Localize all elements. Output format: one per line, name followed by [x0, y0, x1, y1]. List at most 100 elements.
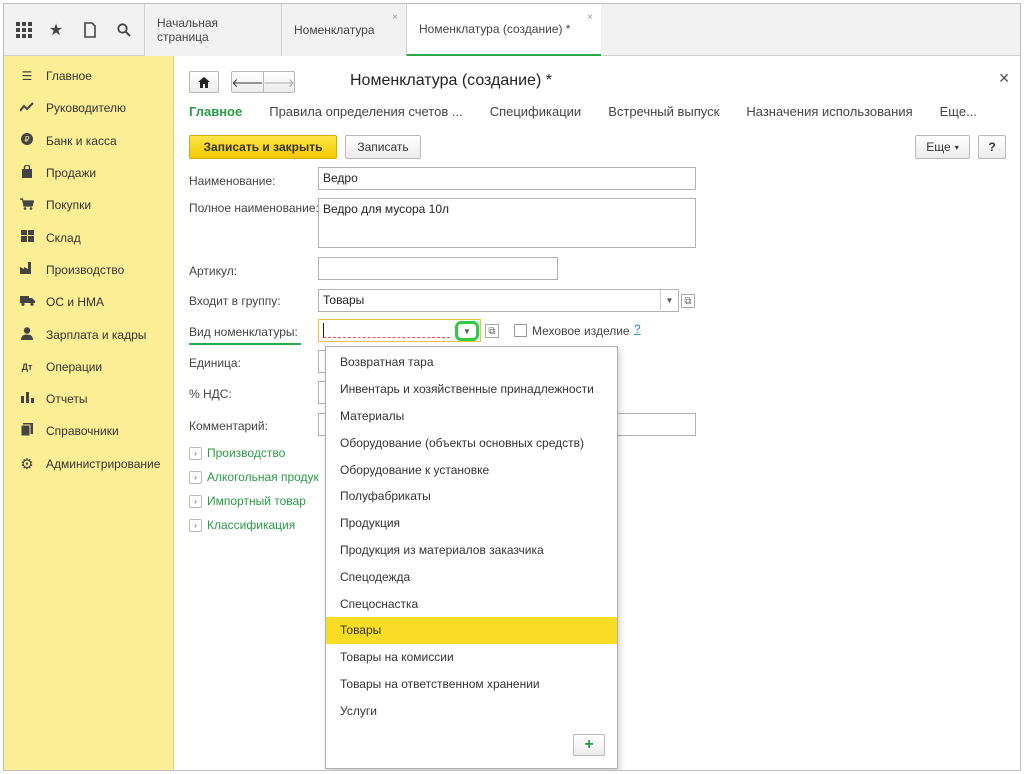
list-item[interactable]: Спецоснастка — [326, 590, 617, 617]
arrow-left-icon: 🡐 — [231, 75, 264, 90]
list-item[interactable]: Услуги — [326, 697, 617, 724]
sidebar-item-label: Администрирование — [46, 456, 161, 471]
comment-label: Комментарий: — [189, 419, 268, 433]
truck-icon — [18, 295, 36, 309]
help-button[interactable]: ? — [978, 135, 1006, 159]
chevron-right-icon: › — [189, 518, 202, 532]
sidebar-item-label: Операции — [46, 359, 103, 374]
home-icon — [198, 76, 210, 88]
list-item[interactable]: Полуфабрикаты — [326, 483, 617, 510]
fur-help-link[interactable]: ? — [634, 322, 641, 336]
sidebar-item-label: Склад — [46, 230, 81, 245]
sidebar-item-main[interactable]: ☰ Главное — [4, 60, 173, 92]
tab-label: Номенклатура — [294, 23, 375, 37]
sidebar-item-operations[interactable]: Дт Операции — [4, 351, 173, 383]
group-title: Производство — [207, 446, 286, 460]
list-item[interactable]: Оборудование (объекты основных средств) — [326, 429, 617, 456]
save-and-close-button[interactable]: Записать и закрыть — [189, 135, 337, 159]
group-field[interactable]: Товары ▼ — [318, 289, 679, 312]
add-item-button[interactable]: + — [573, 734, 605, 756]
list-item[interactable]: Продукция из материалов заказчика — [326, 537, 617, 564]
more-button[interactable]: Еще ▾ — [915, 135, 970, 159]
arrow-right-icon: 🡒 — [262, 75, 296, 90]
chevron-right-icon: › — [189, 446, 202, 460]
name-label: Наименование: — [189, 174, 276, 188]
list-item[interactable]: Товары на ответственном хранении — [326, 671, 617, 698]
sidebar-item-purchases[interactable]: Покупки — [4, 189, 173, 221]
sidebar-item-reports[interactable]: Отчеты — [4, 383, 173, 415]
home-button[interactable] — [189, 71, 219, 93]
sidebar-item-bank[interactable]: ₽ Банк и касса — [4, 125, 173, 157]
group-alcohol[interactable]: › Алкогольная продук — [189, 470, 319, 484]
forward-button[interactable]: 🡒 — [263, 71, 295, 93]
sidebar-item-admin[interactable]: ⚙ Администрирование — [4, 448, 173, 480]
kind-dropdown-list: Возвратная тара Инвентарь и хозяйственны… — [325, 346, 618, 769]
fur-label: Меховое изделие — [532, 324, 630, 338]
tab-nomenclature-create[interactable]: Номенклатура (создание) * × — [406, 4, 601, 57]
sidebar: ☰ Главное Руководителю ₽ Банк и касса Прод… — [4, 56, 174, 770]
coin-icon: ₽ — [18, 133, 36, 148]
favorites-star-icon[interactable]: ★ — [44, 18, 68, 42]
search-icon[interactable] — [112, 18, 136, 42]
factory-icon — [18, 262, 36, 277]
list-item[interactable]: Оборудование к установке — [326, 456, 617, 483]
unit-label: Единица: — [189, 356, 241, 370]
fur-checkbox[interactable] — [514, 324, 527, 337]
list-item[interactable]: Спецодежда — [326, 563, 617, 590]
chevron-down-icon[interactable]: ▼ — [455, 321, 479, 341]
close-icon[interactable]: ✕ — [998, 70, 1010, 87]
sidebar-item-label: Покупки — [46, 198, 92, 213]
required-underline — [323, 337, 450, 338]
sidebar-item-references[interactable]: Справочники — [4, 415, 173, 447]
subtab-usage[interactable]: Назначения использования — [746, 104, 912, 119]
app-window: ★ Начальная страница Номенклатура × Номе… — [3, 3, 1021, 771]
list-item-selected[interactable]: Товары — [326, 616, 617, 644]
subtab-counter-output[interactable]: Встречный выпуск — [608, 104, 719, 119]
sidebar-item-label: ОС и НМА — [46, 295, 105, 310]
name-field[interactable]: Ведро — [318, 167, 696, 190]
subtab-specifications[interactable]: Спецификации — [490, 104, 582, 119]
kind-field[interactable]: ▼ — [318, 319, 481, 342]
form-subtabs: Главное Правила определения счетов ... С… — [189, 104, 1004, 119]
back-button[interactable]: 🡐 — [231, 71, 264, 93]
group-import[interactable]: › Импортный товар — [189, 494, 306, 508]
apps-grid-icon[interactable] — [12, 18, 36, 42]
tab-home[interactable]: Начальная страница — [144, 4, 281, 56]
sidebar-item-warehouse[interactable]: Склад — [4, 221, 173, 253]
sidebar-item-manager[interactable]: Руководителю — [4, 92, 173, 124]
list-item[interactable]: Инвентарь и хозяйственные принадлежности — [326, 376, 617, 403]
sidebar-item-salary[interactable]: Зарплата и кадры — [4, 318, 173, 350]
list-item[interactable]: Материалы — [326, 403, 617, 430]
chevron-down-icon[interactable]: ▼ — [660, 289, 678, 312]
tab-close-icon[interactable]: × — [587, 12, 593, 23]
tab-nomenclature[interactable]: Номенклатура × — [281, 4, 406, 56]
main-form: 🡐 🡒 Номенклатура (создание) * ✕ Главное … — [175, 56, 1020, 770]
sidebar-item-label: Банк и касса — [46, 133, 117, 148]
group-title: Алкогольная продук — [207, 470, 319, 484]
article-field[interactable] — [318, 257, 558, 280]
chevron-right-icon: › — [189, 470, 202, 484]
sidebar-item-label: Зарплата и кадры — [46, 327, 147, 342]
vat-label: % НДС: — [189, 387, 232, 401]
open-icon[interactable]: ⧉ — [485, 324, 499, 338]
tab-close-icon[interactable]: × — [392, 12, 398, 23]
subtab-more[interactable]: Еще... — [940, 104, 977, 119]
open-icon[interactable]: ⧉ — [681, 294, 695, 308]
subtab-account-rules[interactable]: Правила определения счетов ... — [269, 104, 462, 119]
sidebar-item-sales[interactable]: Продажи — [4, 157, 173, 189]
save-button[interactable]: Записать — [345, 135, 421, 159]
full-name-field[interactable]: Ведро для мусора 10л — [318, 198, 696, 248]
group-classification[interactable]: › Классификация — [189, 518, 295, 532]
list-item[interactable]: Возвратная тара — [326, 349, 617, 376]
operations-icon: Дт — [21, 361, 33, 372]
list-item[interactable]: Продукция — [326, 510, 617, 537]
sidebar-item-fixed-assets[interactable]: ОС и НМА — [4, 286, 173, 318]
history-icon[interactable] — [78, 18, 102, 42]
svg-text:₽: ₽ — [24, 135, 29, 144]
list-item[interactable]: Товары на комиссии — [326, 644, 617, 671]
sidebar-item-production[interactable]: Производство — [4, 254, 173, 286]
subtab-main[interactable]: Главное — [189, 104, 242, 119]
sidebar-item-label: Справочники — [46, 424, 119, 439]
chevron-right-icon: › — [189, 494, 202, 508]
group-production[interactable]: › Производство — [189, 446, 285, 460]
